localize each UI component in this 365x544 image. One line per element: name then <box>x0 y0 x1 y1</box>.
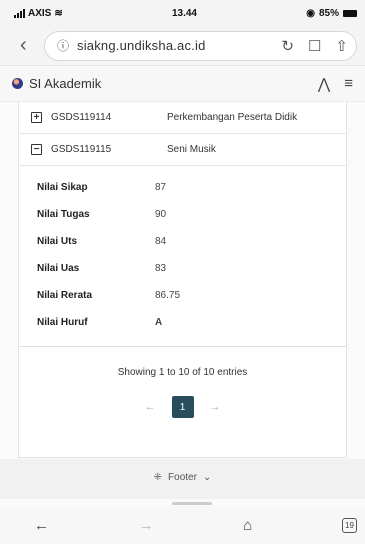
url-text[interactable]: siakng.undiksha.ac.id <box>77 38 273 53</box>
entries-info: Showing 1 to 10 of 10 entries <box>117 367 248 378</box>
grade-label: Nilai Huruf <box>37 317 88 328</box>
expand-icon[interactable]: + <box>31 112 42 123</box>
grade-label: Nilai Uts <box>37 236 78 247</box>
bookmark-icon[interactable]: ☐ <box>308 37 321 55</box>
grade-label: Nilai Rerata <box>37 290 93 301</box>
reload-icon[interactable]: ↻ <box>281 37 294 55</box>
main-content: + GSDS119114 Perkembangan Peserta Didik … <box>18 102 347 458</box>
grade-value: 90 <box>155 209 167 220</box>
carrier-group: AXIS ≋ <box>14 8 63 19</box>
grades-card: + GSDS119114 Perkembangan Peserta Didik … <box>18 102 347 458</box>
address-bar[interactable]: ⓘ siakng.undiksha.ac.id ↻ ☐ ⇧ <box>44 30 357 61</box>
footer-label: Footer <box>168 472 197 483</box>
next-page-icon[interactable]: → <box>210 401 221 413</box>
home-icon[interactable]: ⌂ <box>243 517 252 534</box>
grade-row: Nilai Sikap 87 <box>19 174 346 201</box>
table-footer: Showing 1 to 10 of 10 entries ← 1 → <box>19 347 346 457</box>
signal-icon <box>14 8 25 18</box>
course-row[interactable]: − GSDS119115 Seni Musik <box>19 134 346 166</box>
grade-details: Nilai Sikap 87 Nilai Tugas 90 Nilai Uts … <box>19 166 346 347</box>
battery-group: ◉ 85% <box>306 8 357 19</box>
grade-value: A <box>155 317 163 328</box>
collapse-row-icon[interactable]: − <box>31 144 42 155</box>
chevron-down-icon: ⌄ <box>202 472 212 483</box>
url-actions: ↻ ☐ ⇧ <box>281 37 348 55</box>
grade-row: Nilai Huruf A <box>19 309 346 336</box>
location-icon: ◉ <box>306 7 315 19</box>
app-logo <box>12 78 23 89</box>
share-icon[interactable]: ⇧ <box>335 37 348 55</box>
page-button[interactable]: 1 <box>171 396 194 418</box>
pagination: ← 1 → <box>19 396 346 418</box>
browser-nav-bar: ← → ⌂ 19 <box>0 506 365 544</box>
footer-toggle[interactable]: ⁜ Footer ⌄ <box>0 472 365 483</box>
header-icons: ⋀ ≡ <box>318 75 353 93</box>
grade-value: 87 <box>155 182 167 193</box>
clock: 13.44 <box>171 7 197 19</box>
footer-icon: ⁜ <box>153 472 163 483</box>
course-row[interactable]: + GSDS119114 Perkembangan Peserta Didik <box>19 102 346 134</box>
status-bar: AXIS ≋ 13.44 ◉ 85% <box>0 0 365 26</box>
grade-row: Nilai Rerata 86.75 <box>19 282 346 309</box>
course-code: GSDS119114 <box>51 112 112 123</box>
carrier-name: AXIS <box>28 7 52 19</box>
tabs-icon[interactable]: 19 <box>341 517 357 533</box>
menu-icon[interactable]: ≡ <box>344 75 353 93</box>
course-name: Seni Musik <box>167 144 216 155</box>
collapse-icon[interactable]: ⋀ <box>318 75 330 93</box>
app-title: SI Akademik <box>29 76 102 91</box>
grade-value: 83 <box>155 263 167 274</box>
prev-page-icon[interactable]: ← <box>145 401 156 413</box>
browser-toolbar: ‹ ⓘ siakng.undiksha.ac.id ↻ ☐ ⇧ <box>0 26 365 66</box>
battery-icon <box>342 9 357 17</box>
grade-row: Nilai Uas 83 <box>19 255 346 282</box>
nav-back-icon[interactable]: ← <box>34 517 49 534</box>
nav-forward-icon[interactable]: → <box>139 517 154 534</box>
grade-label: Nilai Uas <box>37 263 80 274</box>
grade-label: Nilai Tugas <box>37 209 90 220</box>
grade-label: Nilai Sikap <box>37 182 88 193</box>
grade-row: Nilai Uts 84 <box>19 228 346 255</box>
info-icon[interactable]: ⓘ <box>57 37 69 54</box>
wifi-icon: ≋ <box>54 7 63 19</box>
grade-value: 84 <box>155 236 167 247</box>
app-header: SI Akademik ⋀ ≡ <box>0 66 365 102</box>
battery-percent: 85% <box>318 7 339 19</box>
course-code: GSDS119115 <box>51 144 112 155</box>
grade-row: Nilai Tugas 90 <box>19 201 346 228</box>
browser-back-icon[interactable]: ‹ <box>20 34 34 57</box>
sheet-handle[interactable] <box>172 502 212 505</box>
course-name: Perkembangan Peserta Didik <box>167 112 298 123</box>
grade-value: 86.75 <box>155 290 181 301</box>
